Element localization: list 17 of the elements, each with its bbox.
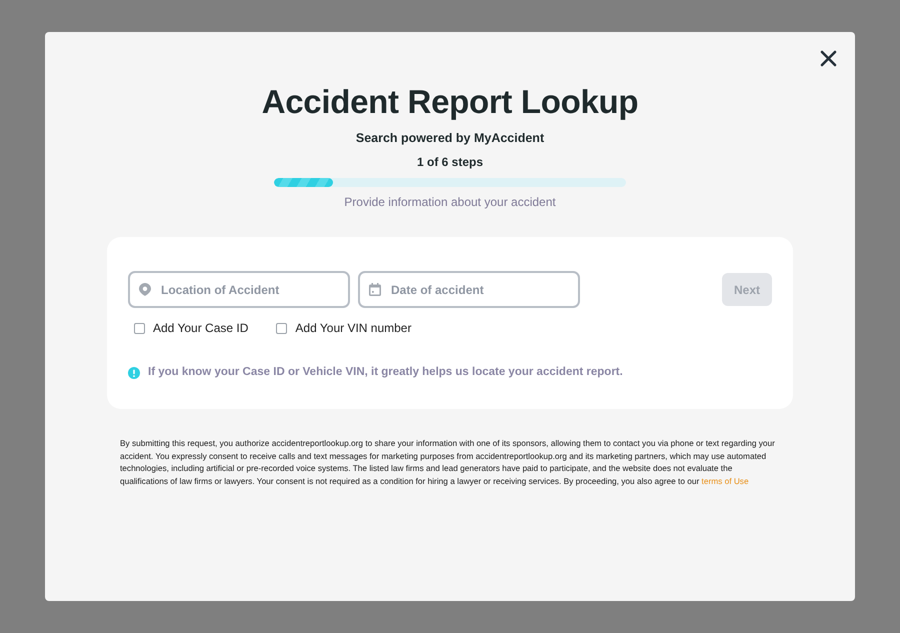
location-pin-icon bbox=[139, 283, 151, 296]
checkbox-label[interactable]: Add Your VIN number bbox=[295, 319, 412, 337]
disclaimer-text: By submitting this request, you authorize accidentreportlookup.org to share your information with one of its sponsors, allowing them to contact you via phone or text regarding your accident. You expressly consent to receive calls and text messages for marketing purposes from accidentreportlookup.org and its marketing partners, which may use automated technologies, including artificial or pre-recorded voice systems. The listed law firms and lead generators have paid to participate, and the website does not evaluate the qualifications of law firms or lawyers. Your consent is not required as a condition for hiring a lawyer or receiving services. By proceeding, you also agree to our terms of Use bbox=[120, 437, 776, 488]
checkbox[interactable] bbox=[276, 322, 288, 334]
calendar-icon bbox=[369, 283, 381, 296]
close-button[interactable] bbox=[820, 50, 837, 67]
step-counter: 1 of 6 steps bbox=[416, 154, 484, 170]
location-field[interactable]: Location of Accident bbox=[128, 271, 350, 308]
info-icon bbox=[128, 366, 140, 379]
step-caption: Provide information about your accident bbox=[343, 194, 557, 210]
date-field[interactable]: Date of accident bbox=[358, 271, 580, 308]
checkbox[interactable] bbox=[134, 322, 145, 334]
info-text: If you know your Case ID or Vehicle VIN, it greatly helps us locate your accident report. bbox=[148, 365, 623, 380]
page-title: Accident Report Lookup bbox=[260, 82, 640, 122]
subtitle-text: Search powered by MyAccident bbox=[354, 130, 546, 146]
close-icon bbox=[820, 50, 837, 67]
checkbox-label[interactable]: Add Your Case ID bbox=[153, 319, 248, 337]
